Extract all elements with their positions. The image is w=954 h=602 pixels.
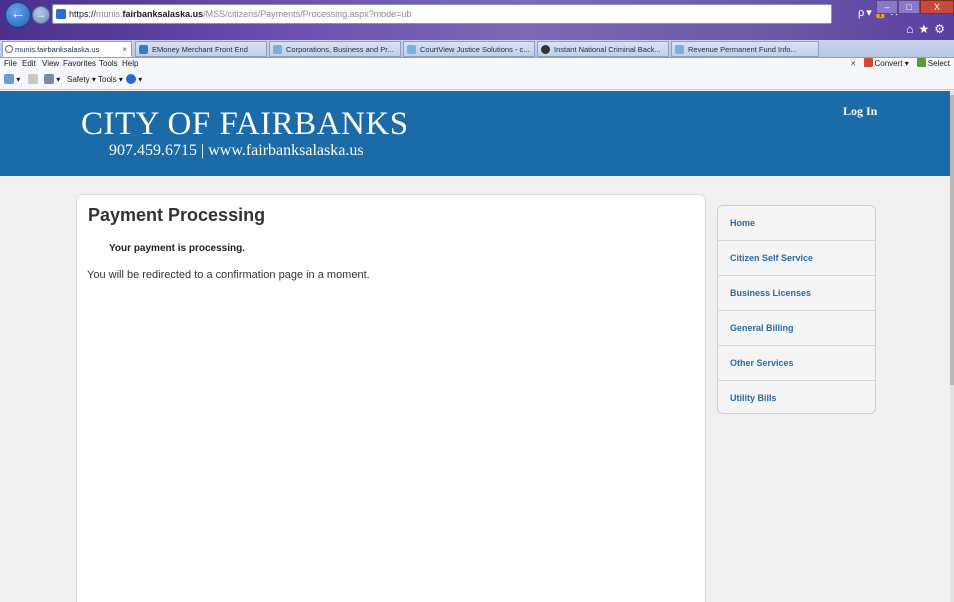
payment-processing-card: Payment Processing Your payment is proce… (76, 194, 706, 602)
browser-toolbar-icons: ⌂★⚙ (906, 22, 950, 36)
address-host: fairbanksalaska.us (122, 9, 204, 19)
tools-menu[interactable]: Tools ▾ (98, 71, 123, 89)
command-bar: ▾ ▾ Safety ▾ Tools ▾ ▾ (0, 71, 954, 90)
menubar-right: × Convert ▾ Select (851, 58, 950, 70)
close-window-button[interactable]: X (920, 0, 954, 14)
processing-message: Your payment is processing. (109, 243, 245, 254)
address-scheme: https:// (69, 9, 97, 19)
select-button[interactable]: Select (916, 58, 950, 70)
redirect-message: You will be redirected to a confirmation… (87, 269, 370, 281)
menu-help[interactable]: Help (122, 58, 138, 70)
tab-revenue-fund[interactable]: Revenue Permanent Fund Info... (671, 41, 819, 57)
nav-utility-bills[interactable]: Utility Bills (718, 381, 875, 416)
feeds-icon (28, 74, 38, 84)
nav-general-billing[interactable]: General Billing (718, 311, 875, 346)
forward-button[interactable]: → (32, 6, 50, 24)
tab-munis[interactable]: munis.fairbanksalaska.us × (2, 41, 132, 57)
favorites-star-icon[interactable]: ★ (918, 22, 934, 36)
window-controls: – □ X (876, 0, 954, 14)
tab-favicon-icon (407, 45, 416, 54)
nav-business-licenses[interactable]: Business Licenses (718, 276, 875, 311)
tab-favicon-icon (139, 45, 148, 54)
menu-favorites[interactable]: Favorites (63, 58, 96, 70)
site-header: CITY OF FAIRBANKS 907.459.6715 | www.fai… (0, 91, 950, 176)
menu-edit[interactable]: Edit (22, 58, 36, 70)
page-favicon-icon (56, 9, 66, 19)
tab-label: Corporations, Business and Pr... (286, 45, 394, 54)
tab-label: munis.fairbanksalaska.us (15, 45, 100, 54)
help-icon (126, 74, 136, 84)
minimize-button[interactable]: – (876, 0, 898, 14)
help-button[interactable]: ▾ (126, 71, 142, 89)
tab-label: Revenue Permanent Fund Info... (688, 45, 797, 54)
page-title: Payment Processing (88, 205, 266, 225)
login-link[interactable]: Log In (843, 104, 877, 119)
back-button[interactable]: ← (5, 2, 31, 28)
safety-menu[interactable]: Safety ▾ (67, 71, 96, 89)
tab-emoney[interactable]: EMoney Merchant Front End (135, 41, 267, 57)
menu-file[interactable]: File (4, 58, 17, 70)
address-path: /MSS/citizens/Payments/Processing.aspx?m… (203, 9, 412, 19)
nav-other-services[interactable]: Other Services (718, 346, 875, 381)
convert-label: Convert (874, 59, 903, 68)
print-button[interactable]: ▾ (44, 71, 60, 89)
home-page-icon (4, 74, 14, 84)
home-page-button[interactable]: ▾ (4, 71, 20, 89)
tab-label: Instant National Criminal Back... (554, 45, 661, 54)
tab-label: CourtView Justice Solutions - c... (420, 45, 530, 54)
nav-home[interactable]: Home (718, 206, 875, 241)
address-prefix: munis. (96, 9, 123, 19)
gear-icon[interactable]: ⚙ (934, 22, 950, 36)
tab-favicon-icon (541, 45, 550, 54)
tab-corporations[interactable]: Corporations, Business and Pr... (269, 41, 401, 57)
arrow-left-icon: ← (10, 5, 26, 22)
feeds-button[interactable] (28, 71, 38, 89)
tab-courtview[interactable]: CourtView Justice Solutions - c... (403, 41, 535, 57)
menu-view[interactable]: View (42, 58, 59, 70)
print-icon (44, 74, 54, 84)
tab-criminal-background[interactable]: Instant National Criminal Back... (537, 41, 669, 57)
maximize-button[interactable]: □ (898, 0, 920, 14)
address-bar[interactable]: https://munis.fairbanksalaska.us/MSS/cit… (52, 4, 832, 24)
nav-citizen-self-service[interactable]: Citizen Self Service (718, 241, 875, 276)
arrow-right-icon: → (35, 9, 47, 21)
tab-favicon-icon (273, 45, 282, 54)
home-icon[interactable]: ⌂ (906, 22, 918, 36)
convert-button[interactable]: Convert ▾ (863, 58, 909, 70)
pdf-convert-icon (863, 58, 873, 67)
tab-favicon-icon (675, 45, 684, 54)
select-label: Select (927, 59, 950, 68)
scrollbar-thumb[interactable] (950, 95, 954, 385)
tab-label: EMoney Merchant Front End (152, 45, 248, 54)
tab-close-icon[interactable]: × (122, 42, 127, 56)
menu-bar: File Edit View Favorites Tools Help × Co… (0, 58, 954, 71)
site-title: CITY OF FAIRBANKS (81, 106, 409, 142)
tab-strip: munis.fairbanksalaska.us × EMoney Mercha… (0, 40, 954, 58)
close-toolbar-icon[interactable]: × (851, 58, 856, 70)
menu-tools[interactable]: Tools (99, 58, 118, 70)
web-page: CITY OF FAIRBANKS 907.459.6715 | www.fai… (0, 91, 954, 602)
loading-icon (5, 45, 13, 53)
site-subtitle: 907.459.6715 | www.fairbanksalaska.us (109, 142, 364, 159)
select-icon (916, 58, 926, 67)
browser-titlebar: ← → https://munis.fairbanksalaska.us/MSS… (0, 0, 954, 40)
side-navigation: Home Citizen Self Service Business Licen… (717, 205, 876, 414)
